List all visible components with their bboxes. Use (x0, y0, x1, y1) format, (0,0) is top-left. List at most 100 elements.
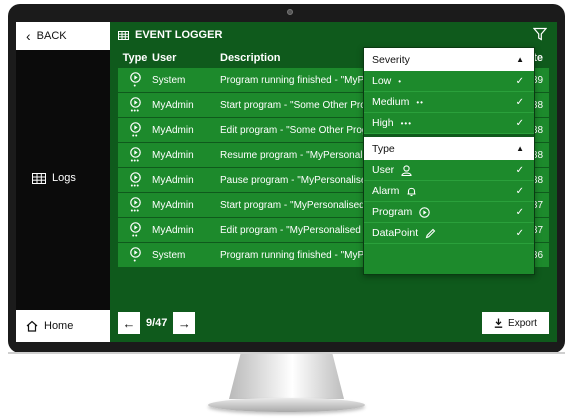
next-page-button[interactable]: → (173, 312, 196, 334)
sidebar-item-label: Logs (52, 172, 76, 184)
severity-option-medium[interactable]: Medium •• ✓ (364, 92, 534, 113)
user-cell: System (152, 249, 186, 261)
monitor-base (208, 398, 365, 412)
home-label: Home (44, 320, 74, 332)
program-type-icon: ••• (129, 96, 141, 115)
filter-dropdown: Severity ▲ Low • ✓ Medium •• ✓ High ••• ✓ Type ▲… (363, 47, 535, 275)
check-icon: ✓ (515, 227, 524, 239)
play-icon (129, 146, 141, 158)
back-button[interactable]: ‹ BACK (16, 22, 110, 50)
option-label: High (372, 117, 394, 129)
bell-icon (406, 186, 417, 197)
caret-up-icon: ▲ (516, 144, 524, 153)
check-icon: ✓ (515, 96, 524, 108)
page-title: EVENT LOGGER (135, 29, 223, 41)
download-icon (494, 318, 503, 328)
play-icon (129, 171, 141, 183)
type-cell: ••• (118, 96, 152, 115)
severity-label: Severity (372, 53, 410, 66)
user-cell: MyAdmin (152, 199, 194, 211)
type-cell: ••• (118, 146, 152, 165)
table-icon (32, 172, 46, 184)
home-button[interactable]: Home (16, 310, 110, 342)
type-cell: •• (118, 221, 152, 240)
webcam (287, 9, 293, 15)
header: EVENT LOGGER (110, 22, 557, 48)
type-label: Type (372, 142, 395, 155)
table-icon (118, 30, 129, 40)
play-icon (419, 206, 431, 218)
program-type-icon: • (129, 71, 141, 90)
chevron-left-icon: ‹ (26, 28, 31, 44)
check-icon: ✓ (515, 164, 524, 176)
play-icon (129, 71, 141, 83)
play-icon (129, 246, 141, 258)
check-icon: ✓ (515, 75, 524, 87)
type-option-alarm[interactable]: Alarm ✓ (364, 181, 534, 202)
check-icon: ✓ (515, 185, 524, 197)
main-panel: EVENT LOGGER Type User Description Date … (110, 22, 557, 342)
user-cell: System (152, 74, 186, 86)
export-label: Export (508, 317, 537, 329)
monitor-stand (229, 354, 344, 399)
severity-dots: ••• (130, 207, 140, 215)
export-button[interactable]: Export (482, 312, 549, 334)
caret-up-icon: ▲ (516, 55, 524, 64)
severity-dots: ••• (130, 157, 140, 165)
play-icon (129, 221, 141, 233)
option-label: Alarm (372, 185, 400, 197)
severity-dots: ••• (130, 182, 140, 190)
play-icon (129, 196, 141, 208)
pagination-bar: ← 9/47 → Export (118, 310, 549, 336)
play-icon (129, 121, 141, 133)
previous-page-button[interactable]: ← (118, 312, 140, 334)
severity-dots: • (133, 82, 137, 90)
severity-option-low[interactable]: Low • ✓ (364, 71, 534, 92)
user-icon (401, 164, 412, 176)
sidebar: ‹ BACK Logs Home (16, 22, 110, 342)
user-cell: MyAdmin (152, 124, 194, 136)
severity-option-high[interactable]: High ••• ✓ (364, 113, 534, 134)
program-type-icon: ••• (129, 196, 141, 215)
play-icon (129, 96, 141, 108)
type-section-header[interactable]: Type ▲ (364, 137, 534, 160)
type-option-program[interactable]: Program ✓ (364, 202, 534, 223)
page-indicator: 9/47 (146, 317, 168, 329)
program-type-icon: ••• (129, 146, 141, 165)
user-cell: MyAdmin (152, 149, 194, 161)
option-label: Medium (372, 96, 410, 108)
option-label: Low (372, 75, 392, 87)
filter-icon[interactable] (533, 27, 547, 41)
check-icon: ✓ (515, 206, 524, 218)
severity-dots: • (133, 257, 137, 265)
type-cell: • (118, 246, 152, 265)
monitor-chin (8, 352, 565, 354)
program-type-icon: •• (129, 121, 141, 140)
program-type-icon: ••• (129, 171, 141, 190)
severity-dots: • (398, 76, 403, 86)
severity-dots: •• (416, 97, 424, 107)
user-cell: MyAdmin (152, 224, 194, 236)
severity-dots: ••• (130, 107, 140, 115)
user-cell: MyAdmin (152, 99, 194, 111)
type-cell: ••• (118, 171, 152, 190)
sidebar-item-logs[interactable]: Logs (32, 172, 76, 184)
pencil-icon (425, 228, 436, 239)
type-cell: •• (118, 121, 152, 140)
column-header-type: Type (122, 52, 148, 64)
option-label: User (372, 164, 395, 176)
severity-section-header[interactable]: Severity ▲ (364, 48, 534, 71)
type-cell: ••• (118, 196, 152, 215)
type-option-datapoint[interactable]: DataPoint ✓ (364, 223, 534, 244)
severity-dots: •• (132, 132, 138, 140)
option-label: DataPoint (372, 227, 419, 239)
program-type-icon: • (129, 246, 141, 265)
back-label: BACK (36, 30, 67, 42)
home-icon (26, 320, 38, 332)
type-option-user[interactable]: User ✓ (364, 160, 534, 181)
option-label: Program (372, 206, 413, 218)
severity-dots: •• (132, 232, 138, 240)
check-icon: ✓ (515, 117, 524, 129)
severity-dots: ••• (400, 118, 413, 128)
type-cell: • (118, 71, 152, 90)
